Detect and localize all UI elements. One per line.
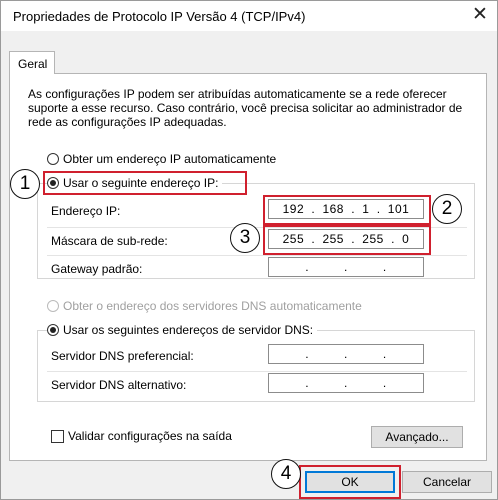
cancel-button[interactable]: Cancelar xyxy=(402,471,492,493)
callout-4: 4 xyxy=(271,459,301,489)
radio-dns-manual-dot[interactable] xyxy=(47,324,59,336)
callout-1: 1 xyxy=(10,169,40,199)
radio-dns-auto[interactable]: Obter o endereço dos servidores DNS auto… xyxy=(47,299,362,313)
callout-3: 3 xyxy=(230,223,260,253)
tab-geral-label: Geral xyxy=(18,57,48,71)
radio-ip-auto[interactable]: Obter um endereço IP automaticamente xyxy=(47,152,276,166)
highlight-box-subnet-mask xyxy=(263,225,431,255)
window-title: Propriedades de Protocolo IP Versão 4 (T… xyxy=(13,9,306,24)
highlight-box-ip-address xyxy=(263,195,431,225)
dialog-window: Propriedades de Protocolo IP Versão 4 (T… xyxy=(0,0,498,500)
row-divider xyxy=(47,371,467,372)
dns-preferred-label: Servidor DNS preferencial: xyxy=(51,349,194,363)
highlight-box-ip-manual xyxy=(43,171,247,195)
tab-geral[interactable]: Geral xyxy=(9,51,55,74)
dns-alternate-label: Servidor DNS alternativo: xyxy=(51,378,187,392)
subnet-mask-label: Máscara de sub-rede: xyxy=(51,234,168,248)
ip-address-label: Endereço IP: xyxy=(51,204,121,218)
validate-checkbox[interactable]: Validar configurações na saída xyxy=(51,429,232,443)
validate-checkbox-box[interactable] xyxy=(51,429,64,443)
radio-dns-auto-label: Obter o endereço dos servidores DNS auto… xyxy=(63,299,362,313)
close-icon[interactable]: ✕ xyxy=(469,4,491,26)
radio-dns-manual[interactable]: Usar os seguintes endereços de servidor … xyxy=(47,323,318,337)
radio-dns-auto-dot[interactable] xyxy=(47,300,59,312)
gateway-input[interactable]: . . . xyxy=(268,257,424,277)
dns-alternate-input[interactable]: . . . xyxy=(268,373,424,393)
validate-checkbox-label: Validar configurações na saída xyxy=(68,429,232,443)
title-bar: Propriedades de Protocolo IP Versão 4 (T… xyxy=(1,1,497,31)
radio-ip-auto-dot[interactable] xyxy=(47,153,59,165)
advanced-button[interactable]: Avançado... xyxy=(371,426,463,448)
radio-dns-manual-label: Usar os seguintes endereços de servidor … xyxy=(63,323,314,337)
dns-preferred-input[interactable]: . . . xyxy=(268,344,424,364)
row-divider xyxy=(47,255,467,256)
description-text: As configurações IP podem ser atribuídas… xyxy=(28,87,463,129)
callout-2: 2 xyxy=(432,194,462,224)
highlight-box-ok xyxy=(299,465,401,499)
gateway-label: Gateway padrão: xyxy=(51,262,143,276)
radio-ip-auto-label: Obter um endereço IP automaticamente xyxy=(63,152,277,166)
